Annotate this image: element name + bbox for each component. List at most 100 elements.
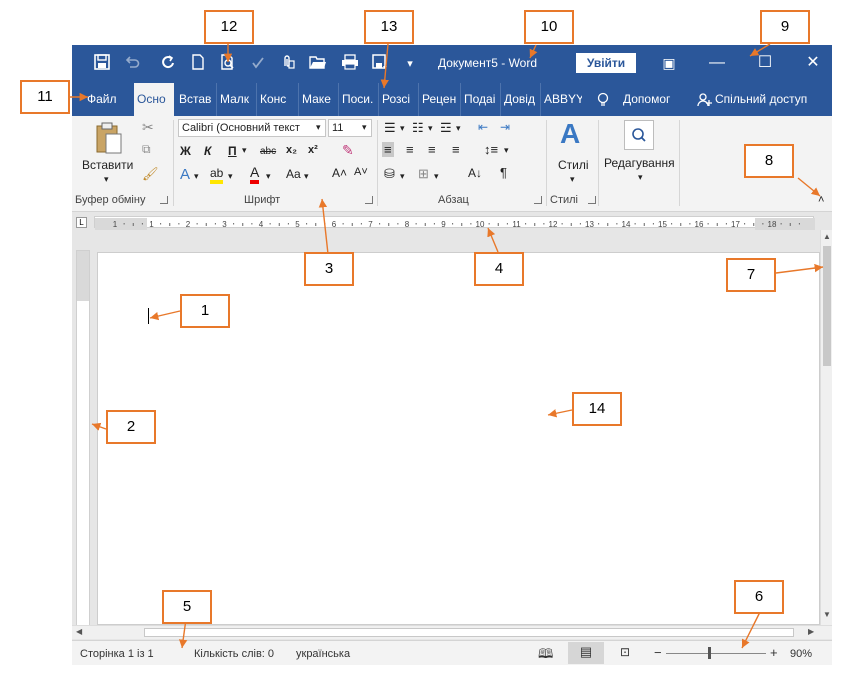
copy-icon[interactable]: ⧉ [142, 142, 151, 157]
shading-dropdown-icon[interactable]: ▾ [400, 171, 405, 182]
share-button[interactable]: Спільний доступ [712, 83, 810, 116]
shading-icon[interactable]: ⛁ [384, 166, 395, 182]
redo-icon[interactable] [158, 54, 178, 74]
tab-layout[interactable]: Маке [298, 83, 338, 116]
cut-icon[interactable]: ✂ [142, 119, 154, 136]
numbering-icon[interactable]: ☷ [412, 120, 424, 136]
collapse-ribbon-icon[interactable]: ˄ [818, 194, 824, 206]
tab-tell-me[interactable]: Допомог [620, 83, 673, 116]
ribbon-display-options-icon[interactable]: ▣ [654, 51, 684, 75]
vertical-ruler[interactable] [76, 250, 90, 630]
tab-design[interactable]: Конс [256, 83, 298, 116]
styles-dropdown-icon[interactable]: ▾ [570, 174, 575, 185]
italic-button[interactable]: К [204, 144, 211, 158]
borders-icon[interactable]: ⊞ [418, 166, 429, 182]
sort-icon[interactable]: A↓ [468, 166, 482, 180]
paste-label[interactable]: Вставити [82, 158, 133, 172]
sign-in-button[interactable]: Увійти [576, 53, 636, 73]
font-name-combo[interactable]: Calibri (Основний текст [178, 119, 326, 137]
save-as-icon[interactable] [370, 54, 390, 74]
font-launcher-icon[interactable] [365, 196, 373, 204]
scroll-left-icon[interactable]: ◀ [76, 627, 82, 636]
justify-button[interactable]: ≡ [452, 142, 460, 157]
text-effects-icon[interactable]: A [180, 166, 190, 183]
tab-file[interactable]: Файл [84, 83, 120, 116]
styles-button[interactable]: Стилі [558, 158, 589, 172]
save-icon[interactable] [92, 54, 112, 74]
zoom-slider[interactable] [666, 653, 766, 654]
text-effects-dropdown-icon[interactable]: ▾ [194, 171, 199, 182]
superscript-button[interactable]: x² [308, 144, 318, 156]
web-layout-icon[interactable]: ⊡ [620, 645, 630, 659]
font-name-dropdown-icon[interactable]: ▾ [316, 122, 321, 133]
customize-toolbar-icon[interactable]: ▾ [400, 54, 420, 74]
print-layout-icon[interactable]: ▤ [568, 642, 604, 664]
language-indicator[interactable]: українська [296, 648, 350, 660]
new-document-icon[interactable] [188, 54, 208, 74]
tab-help[interactable]: Довід [500, 83, 540, 116]
decrease-indent-icon[interactable]: ⇤ [478, 120, 488, 134]
bullets-icon[interactable]: ☰ [384, 120, 396, 136]
subscript-button[interactable]: x₂ [286, 144, 297, 156]
attach-icon[interactable] [278, 54, 298, 74]
tab-abbyy[interactable]: ABBYY [540, 83, 582, 116]
paragraph-launcher-icon[interactable] [534, 196, 542, 204]
align-left-button[interactable]: ≡ [382, 142, 394, 157]
shrink-font-button[interactable]: A˅ [354, 166, 368, 178]
print-icon[interactable] [340, 54, 360, 74]
ruler-bar[interactable]: 1 1 2 3 4 5 6 7 8 9 10 11 12 13 14 15 16 17 18 [94, 216, 815, 230]
grow-font-button[interactable]: A˄ [332, 166, 347, 180]
tab-insert[interactable]: Встав [176, 83, 216, 116]
horizontal-scroll-thumb[interactable] [144, 628, 794, 637]
editing-button[interactable]: Редагування [604, 156, 675, 170]
maximize-button[interactable]: ☐ [750, 51, 780, 75]
font-color-dropdown-icon[interactable]: ▾ [266, 171, 271, 182]
tab-mailings[interactable]: Розсі [378, 83, 418, 116]
editing-dropdown-icon[interactable]: ▾ [638, 172, 643, 183]
page-count[interactable]: Сторінка 1 із 1 [80, 648, 154, 660]
strikethrough-button[interactable]: abc [260, 146, 276, 157]
underline-button[interactable]: П [228, 144, 237, 158]
multilevel-dropdown-icon[interactable]: ▾ [456, 123, 461, 134]
paste-icon[interactable] [92, 122, 126, 156]
change-case-button[interactable]: Aa [286, 167, 301, 181]
zoom-in-button[interactable]: + [770, 645, 778, 660]
multilevel-list-icon[interactable]: ☲ [440, 120, 452, 136]
clipboard-launcher-icon[interactable] [160, 196, 168, 204]
font-size-dropdown-icon[interactable]: ▾ [362, 122, 367, 133]
bold-button[interactable]: Ж [180, 144, 191, 158]
lightbulb-icon[interactable] [594, 83, 612, 116]
open-folder-icon[interactable] [308, 54, 328, 74]
show-formatting-button[interactable]: ¶ [500, 165, 507, 180]
highlight-dropdown-icon[interactable]: ▾ [228, 171, 233, 182]
tab-view[interactable]: Подаі [460, 83, 500, 116]
borders-dropdown-icon[interactable]: ▾ [434, 171, 439, 182]
highlight-icon[interactable]: ab [210, 166, 224, 184]
editing-search-icon[interactable] [624, 120, 654, 150]
undo-icon[interactable] [122, 54, 142, 74]
numbering-dropdown-icon[interactable]: ▾ [428, 123, 433, 134]
paste-dropdown-icon[interactable]: ▾ [104, 174, 109, 185]
vertical-scrollbar[interactable]: ▲ ▼ [820, 230, 832, 625]
minimize-button[interactable]: — [702, 51, 732, 75]
line-spacing-dropdown-icon[interactable]: ▾ [504, 145, 509, 156]
print-preview-icon[interactable] [218, 54, 238, 74]
scroll-right-icon[interactable]: ▶ [808, 627, 814, 636]
tab-review[interactable]: Рецен [418, 83, 460, 116]
zoom-level[interactable]: 90% [790, 648, 812, 660]
bullets-dropdown-icon[interactable]: ▾ [400, 123, 405, 134]
styles-launcher-icon[interactable] [588, 196, 596, 204]
tab-home[interactable]: Осно [134, 83, 174, 116]
styles-icon[interactable]: A [560, 118, 580, 150]
zoom-slider-thumb[interactable] [708, 647, 711, 659]
horizontal-ruler[interactable]: L 1 1 2 3 4 5 6 7 8 9 10 11 12 13 14 15 16 17 18 [72, 212, 832, 232]
increase-indent-icon[interactable]: ⇥ [500, 120, 510, 134]
close-button[interactable]: ✕ [798, 51, 828, 75]
tab-draw[interactable]: Малк [216, 83, 256, 116]
format-painter-icon[interactable]: 🖌 [142, 166, 159, 182]
tab-references[interactable]: Поси. [338, 83, 378, 116]
vertical-scroll-thumb[interactable] [823, 246, 831, 366]
underline-dropdown-icon[interactable]: ▾ [242, 145, 247, 156]
zoom-out-button[interactable]: − [654, 645, 662, 660]
align-center-button[interactable]: ≡ [406, 142, 414, 157]
